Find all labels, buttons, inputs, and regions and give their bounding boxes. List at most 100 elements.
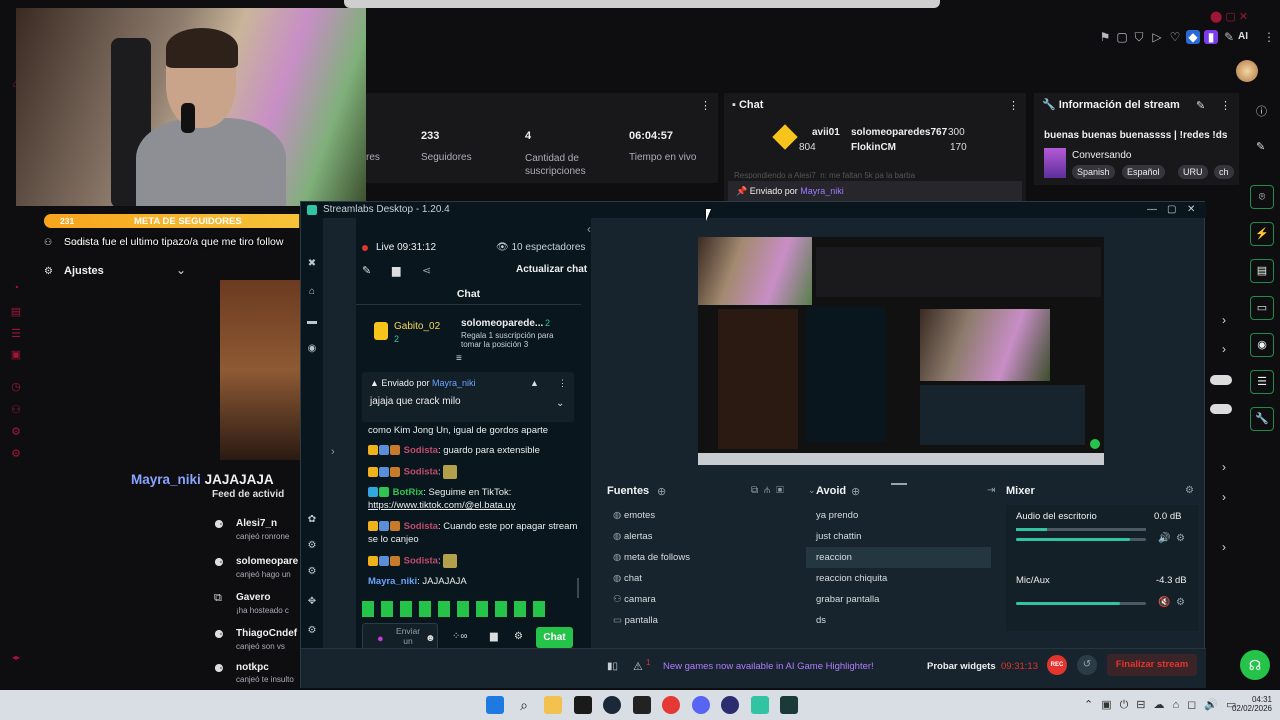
scene-item-selected[interactable]: reaccion: [806, 547, 991, 568]
bolt-button[interactable]: ⚡: [1250, 222, 1274, 246]
extension-icon[interactable]: ◆: [1186, 30, 1200, 44]
collapse-icon[interactable]: ◂▸: [6, 653, 26, 667]
settings-icon[interactable]: ⚙: [305, 625, 319, 639]
pin-icon[interactable]: ▲: [530, 378, 539, 388]
users-icon[interactable]: ⚇: [6, 403, 26, 417]
points-icon[interactable]: ⁘∞: [452, 631, 468, 642]
layout-icon[interactable]: ▬: [305, 316, 319, 330]
toggle-switch[interactable]: [1210, 404, 1232, 414]
chevron-right-icon[interactable]: ›: [1222, 313, 1226, 327]
info-icon[interactable]: ⓘ: [1256, 103, 1267, 119]
app-icon[interactable]: [780, 696, 798, 714]
avatar[interactable]: [1236, 60, 1258, 82]
scene-item[interactable]: ya prendo: [806, 505, 991, 526]
tag[interactable]: URU: [1178, 165, 1208, 179]
scene-item[interactable]: ds: [806, 610, 991, 631]
source-item[interactable]: ◍ meta de follows: [613, 547, 789, 568]
edit-icon[interactable]: ✎: [1256, 140, 1265, 153]
support-button[interactable]: ☊: [1240, 650, 1270, 680]
twitch-extension-icon[interactable]: ▮: [1204, 30, 1218, 44]
address-bar[interactable]: [344, 0, 940, 8]
notification-text[interactable]: New games now available in AI Game Highl…: [663, 661, 874, 672]
expand-icon[interactable]: ✥: [305, 596, 319, 610]
gear-icon[interactable]: ⚙: [6, 447, 26, 461]
camera-button[interactable]: ⌾: [1250, 185, 1274, 209]
store-icon[interactable]: ▆: [392, 264, 400, 277]
chevron-right-icon[interactable]: ›: [1222, 342, 1226, 356]
discord-icon[interactable]: [692, 696, 710, 714]
editor-icon[interactable]: ✖: [305, 258, 319, 272]
list-icon[interactable]: ☰: [6, 327, 26, 341]
minimize-icon[interactable]: —: [1147, 202, 1157, 218]
window-controls[interactable]: ⬤ ▢ ✕: [1210, 10, 1248, 23]
expand-icon[interactable]: ≡: [456, 353, 462, 364]
source-tools-icon[interactable]: ⧉⋔▣: [751, 485, 790, 496]
chevron-right-icon[interactable]: ›: [1222, 460, 1226, 474]
store-icon[interactable]: ⌂: [305, 286, 319, 300]
mixer-settings-icon[interactable]: ⚙: [1185, 485, 1194, 496]
collapse-chevron-icon[interactable]: ›: [331, 446, 335, 458]
chevron-right-icon[interactable]: ›: [1222, 540, 1226, 554]
scene-item[interactable]: grabar pantalla: [806, 589, 991, 610]
grid-icon[interactable]: ⋮: [1262, 30, 1276, 44]
edit-icon[interactable]: ✎: [362, 264, 371, 277]
share-icon[interactable]: ⋖: [422, 264, 431, 277]
notes-button[interactable]: ▤: [1250, 259, 1274, 283]
bookmark-icon[interactable]: ⚑: [1098, 30, 1112, 44]
streamlabs-icon[interactable]: [751, 696, 769, 714]
gear-icon[interactable]: ⚙: [1176, 533, 1185, 544]
refresh-chat-button[interactable]: Actualizar chat: [516, 264, 587, 275]
speaker-icon[interactable]: 🔊: [1158, 533, 1170, 544]
more-icon[interactable]: ⋮: [558, 378, 567, 389]
chevron-down-icon[interactable]: ⌄: [176, 263, 186, 277]
tag[interactable]: Español: [1122, 165, 1165, 179]
gear-icon[interactable]: ⚙: [305, 540, 319, 554]
broadcast-button[interactable]: ◉: [1250, 333, 1274, 357]
streamlabs-titlebar[interactable]: Streamlabs Desktop - 1.20.4 — ▢ ✕: [301, 202, 1206, 218]
chevron-left-icon[interactable]: ‹: [587, 222, 591, 236]
start-icon[interactable]: [486, 696, 504, 714]
maximize-icon[interactable]: ▢: [1167, 202, 1176, 218]
add-scene-icon[interactable]: ⊕: [851, 485, 860, 498]
record-icon[interactable]: ◉: [305, 343, 319, 357]
pinned-message[interactable]: 📌 Enviado por Mayra_niki: [728, 181, 1022, 201]
add-source-icon[interactable]: ⊕: [657, 485, 666, 498]
tag[interactable]: ch: [1214, 165, 1234, 179]
file-explorer-icon[interactable]: [544, 696, 562, 714]
tag[interactable]: Spanish: [1072, 165, 1115, 179]
stats-icon[interactable]: ▮▯: [607, 661, 618, 672]
source-item[interactable]: ▭ pantalla: [613, 610, 789, 631]
app-icon[interactable]: [633, 696, 651, 714]
steam-icon[interactable]: [603, 696, 621, 714]
scene-collection-chevron-icon[interactable]: ⌄: [808, 485, 816, 496]
chevron-down-icon[interactable]: ⌄: [556, 398, 564, 409]
more-icon[interactable]: ⋮: [1008, 99, 1019, 112]
chevron-right-icon[interactable]: ›: [1222, 490, 1226, 504]
replay-buffer-icon[interactable]: ↺: [1077, 655, 1097, 675]
alert-icon[interactable]: ⚠: [633, 660, 643, 673]
scene-item[interactable]: just chattin: [806, 526, 991, 547]
source-item[interactable]: ◍ alertas: [613, 526, 789, 547]
settings-label[interactable]: Ajustes: [64, 265, 104, 277]
stream-preview[interactable]: [698, 237, 1104, 465]
resize-handle[interactable]: [891, 483, 907, 485]
apps-icon[interactable]: ✿: [305, 514, 319, 528]
pen-icon[interactable]: ✎: [1222, 30, 1236, 44]
source-item[interactable]: ◍ chat: [613, 568, 789, 589]
system-tray-icons[interactable]: ⌃▣⏻⊟☁⌂◻🔊▭: [1084, 698, 1244, 712]
layout-button[interactable]: ☰: [1250, 370, 1274, 394]
app-icon[interactable]: [574, 696, 592, 714]
clock-icon[interactable]: ◷: [6, 380, 26, 394]
more-icon[interactable]: ⋮: [700, 99, 711, 112]
gear-icon[interactable]: ⚙: [1176, 597, 1185, 608]
settings-icon[interactable]: ⚙: [514, 631, 523, 642]
media-icon[interactable]: ▣: [6, 348, 26, 362]
clock[interactable]: 04:31 02/02/2026: [1222, 695, 1272, 713]
store-icon[interactable]: ▆: [490, 631, 498, 642]
collapse-mixer-icon[interactable]: ⇥: [987, 485, 995, 496]
tools-button[interactable]: 🔧: [1250, 407, 1274, 431]
emoji-icon[interactable]: ☻: [425, 633, 436, 644]
emote-bar[interactable]: [362, 601, 552, 617]
scene-item[interactable]: reaccion chiquita: [806, 568, 991, 589]
chat-button[interactable]: ▭: [1250, 296, 1274, 320]
